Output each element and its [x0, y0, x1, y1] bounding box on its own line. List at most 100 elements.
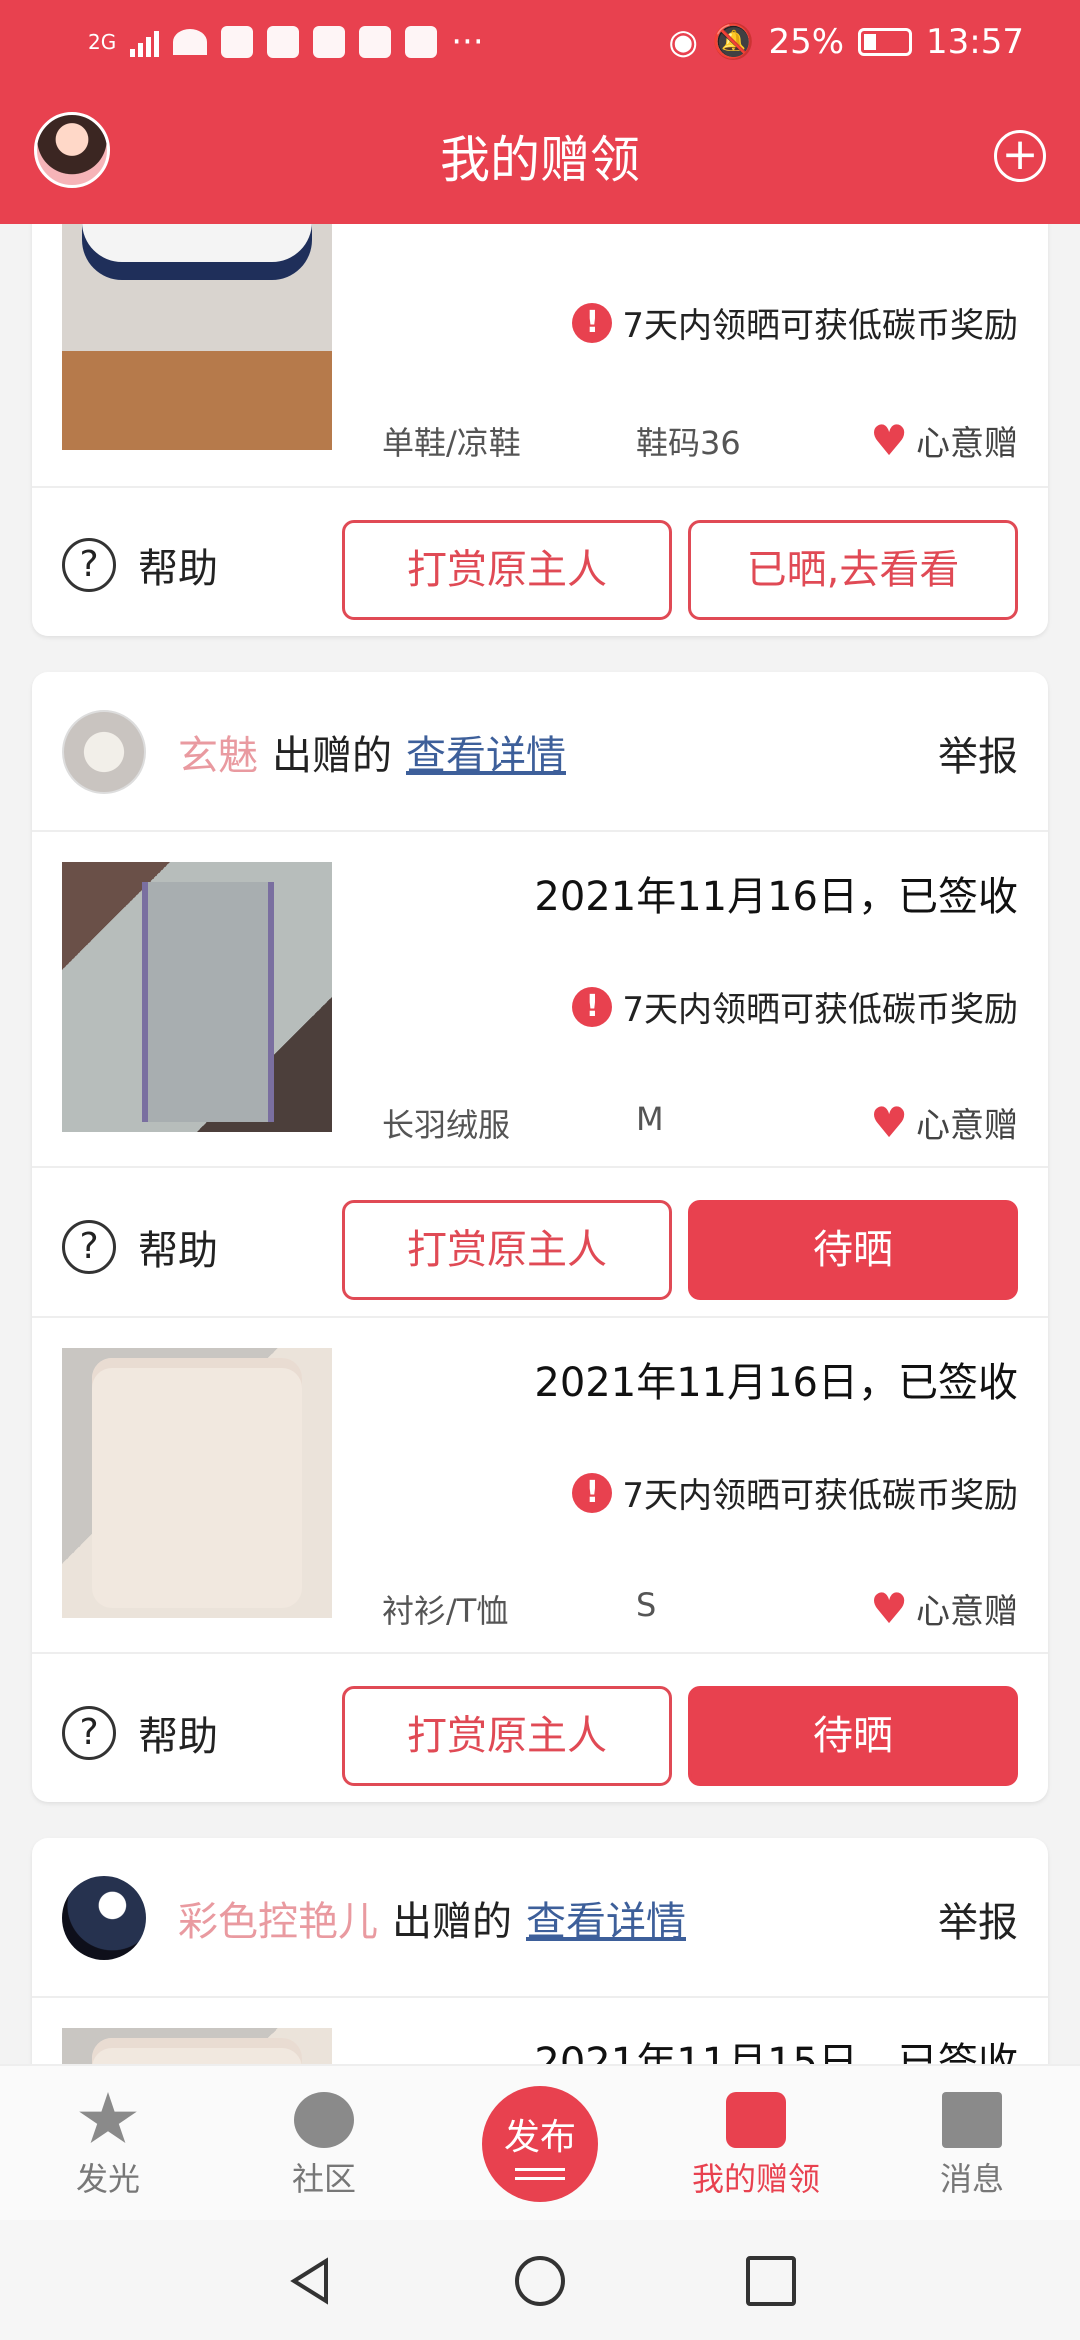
help-button[interactable]: ? 帮助 [62, 536, 218, 594]
battery-icon [858, 28, 913, 56]
gift-card: 玄魅 出赠的 查看详情 举报 2021年11月16日，已签收 ! 7天内领晒可获… [32, 672, 1048, 1802]
date-status: 2021年11月16日，已签收 [534, 874, 1018, 920]
add-button[interactable]: + [994, 130, 1046, 182]
alipay-icon [221, 26, 254, 58]
nav-glow[interactable]: 发光 [28, 2092, 188, 2200]
heart-icon: ♥ [870, 1583, 908, 1633]
item-photo[interactable] [62, 1348, 332, 1618]
divider [32, 1996, 1048, 1998]
item-category: 单鞋/凉鞋 [382, 424, 521, 462]
divider [32, 486, 1048, 488]
alert-icon: ! [572, 986, 613, 1027]
publish-button[interactable]: 发布 [482, 2086, 598, 2202]
reward-notice: ! 7天内领晒可获低碳币奖励 [572, 1468, 1018, 1517]
reward-text: 7天内领晒可获低碳币奖励 [622, 1476, 1018, 1516]
question-icon: ? [62, 538, 116, 592]
qq-icon [313, 26, 346, 58]
giver-text: 出赠的 [392, 1899, 512, 1945]
home-icon[interactable] [515, 2256, 565, 2306]
publish-label: 发布 [503, 2117, 576, 2158]
date-status: 2021年11月16日，已签收 [534, 1360, 1018, 1406]
gift-type: ♥ 心意赠 [870, 416, 1018, 465]
recents-icon[interactable] [746, 2256, 796, 2306]
page-title: 我的赠领 [440, 131, 640, 189]
gift-type: ♥ 心意赠 [870, 1584, 1018, 1633]
divider [32, 1316, 1048, 1318]
view-details-link[interactable]: 查看详情 [526, 1889, 686, 1947]
pending-share-button[interactable]: 待晒 [688, 1200, 1018, 1300]
clock: 13:57 [926, 22, 1024, 62]
signal-icon [130, 27, 160, 57]
question-icon: ? [62, 1706, 116, 1760]
nav-glow-label: 发光 [75, 2160, 140, 2198]
wechat-icon [267, 26, 300, 58]
giver-header: 彩色控艳儿 出赠的 查看详情 [62, 1876, 686, 1960]
reward-text: 7天内领晒可获低碳币奖励 [622, 990, 1018, 1030]
reward-text: 7天内领晒可获低碳币奖励 [622, 306, 1018, 346]
nav-community-label: 社区 [291, 2160, 356, 2198]
view-details-link[interactable]: 查看详情 [406, 723, 566, 781]
report-button[interactable]: 举报 [938, 1890, 1018, 1948]
chat-icon [294, 2092, 354, 2148]
item-category: 衬衫/T恤 [382, 1592, 509, 1630]
giver-text: 出赠的 [272, 733, 392, 779]
gift-box-icon [726, 2092, 786, 2148]
gift-label: 心意赠 [916, 1592, 1018, 1632]
eye-icon: ◉ [668, 22, 699, 62]
item-photo[interactable] [62, 862, 332, 1132]
wifi-icon [173, 29, 208, 55]
help-label: 帮助 [138, 546, 218, 592]
network-label: 2G [88, 30, 117, 54]
gift-type: ♥ 心意赠 [870, 1098, 1018, 1147]
help-label: 帮助 [138, 1228, 218, 1274]
giver-avatar[interactable] [62, 1876, 146, 1960]
tip-owner-button[interactable]: 打赏原主人 [342, 1686, 672, 1786]
mail-notification-icon [405, 26, 438, 58]
divider [32, 1166, 1048, 1168]
gift-label: 心意赠 [916, 1106, 1018, 1146]
app-notification-icon [359, 26, 392, 58]
mute-icon: 🔕 [712, 22, 755, 62]
giver-name[interactable]: 彩色控艳儿 [178, 1889, 378, 1947]
nav-my-gifts-label: 我的赠领 [691, 2160, 820, 2198]
item-category: 长羽绒服 [382, 1106, 511, 1144]
item-size: 鞋码36 [636, 424, 741, 462]
more-notifications-icon: ··· [451, 22, 484, 62]
reward-notice: ! 7天内领晒可获低碳币奖励 [572, 982, 1018, 1031]
menu-icon [515, 2168, 565, 2180]
system-nav [0, 2220, 1080, 2340]
heart-icon: ♥ [870, 1097, 908, 1147]
help-button[interactable]: ? 帮助 [62, 1704, 218, 1762]
heart-icon: ♥ [870, 415, 908, 465]
nav-messages[interactable]: 消息 [892, 2092, 1052, 2200]
nav-community[interactable]: 社区 [244, 2092, 404, 2200]
item-size: S [636, 1586, 657, 1624]
giver-name[interactable]: 玄魅 [178, 723, 258, 781]
bottom-nav: 发光 社区 发布 我的赠领 消息 [0, 2064, 1080, 2220]
battery-percent: 25% [768, 22, 845, 62]
giver-avatar[interactable] [62, 710, 146, 794]
tip-owner-button[interactable]: 打赏原主人 [342, 520, 672, 620]
question-icon: ? [62, 1220, 116, 1274]
help-label: 帮助 [138, 1714, 218, 1760]
giver-header: 玄魅 出赠的 查看详情 [62, 710, 566, 794]
status-bar: 2G ··· ◉ 🔕 25% 13:57 [0, 0, 1080, 80]
envelope-icon [942, 2092, 1002, 2148]
report-button[interactable]: 举报 [938, 724, 1018, 782]
item-size: M [636, 1100, 664, 1138]
pending-share-button[interactable]: 待晒 [688, 1686, 1018, 1786]
alert-icon: ! [572, 1472, 613, 1513]
view-post-button[interactable]: 已晒,去看看 [688, 520, 1018, 620]
reward-notice: ! 7天内领晒可获低碳币奖励 [572, 298, 1018, 347]
divider [32, 830, 1048, 832]
divider [32, 1652, 1048, 1654]
help-button[interactable]: ? 帮助 [62, 1218, 218, 1276]
gift-label: 心意赠 [916, 424, 1018, 464]
nav-messages-label: 消息 [939, 2160, 1004, 2198]
back-icon[interactable] [286, 2256, 336, 2306]
nav-my-gifts[interactable]: 我的赠领 [676, 2092, 836, 2200]
alert-icon: ! [572, 302, 613, 343]
star-icon [79, 2092, 137, 2143]
title-bar: 我的赠领 + [0, 100, 1080, 212]
tip-owner-button[interactable]: 打赏原主人 [342, 1200, 672, 1300]
